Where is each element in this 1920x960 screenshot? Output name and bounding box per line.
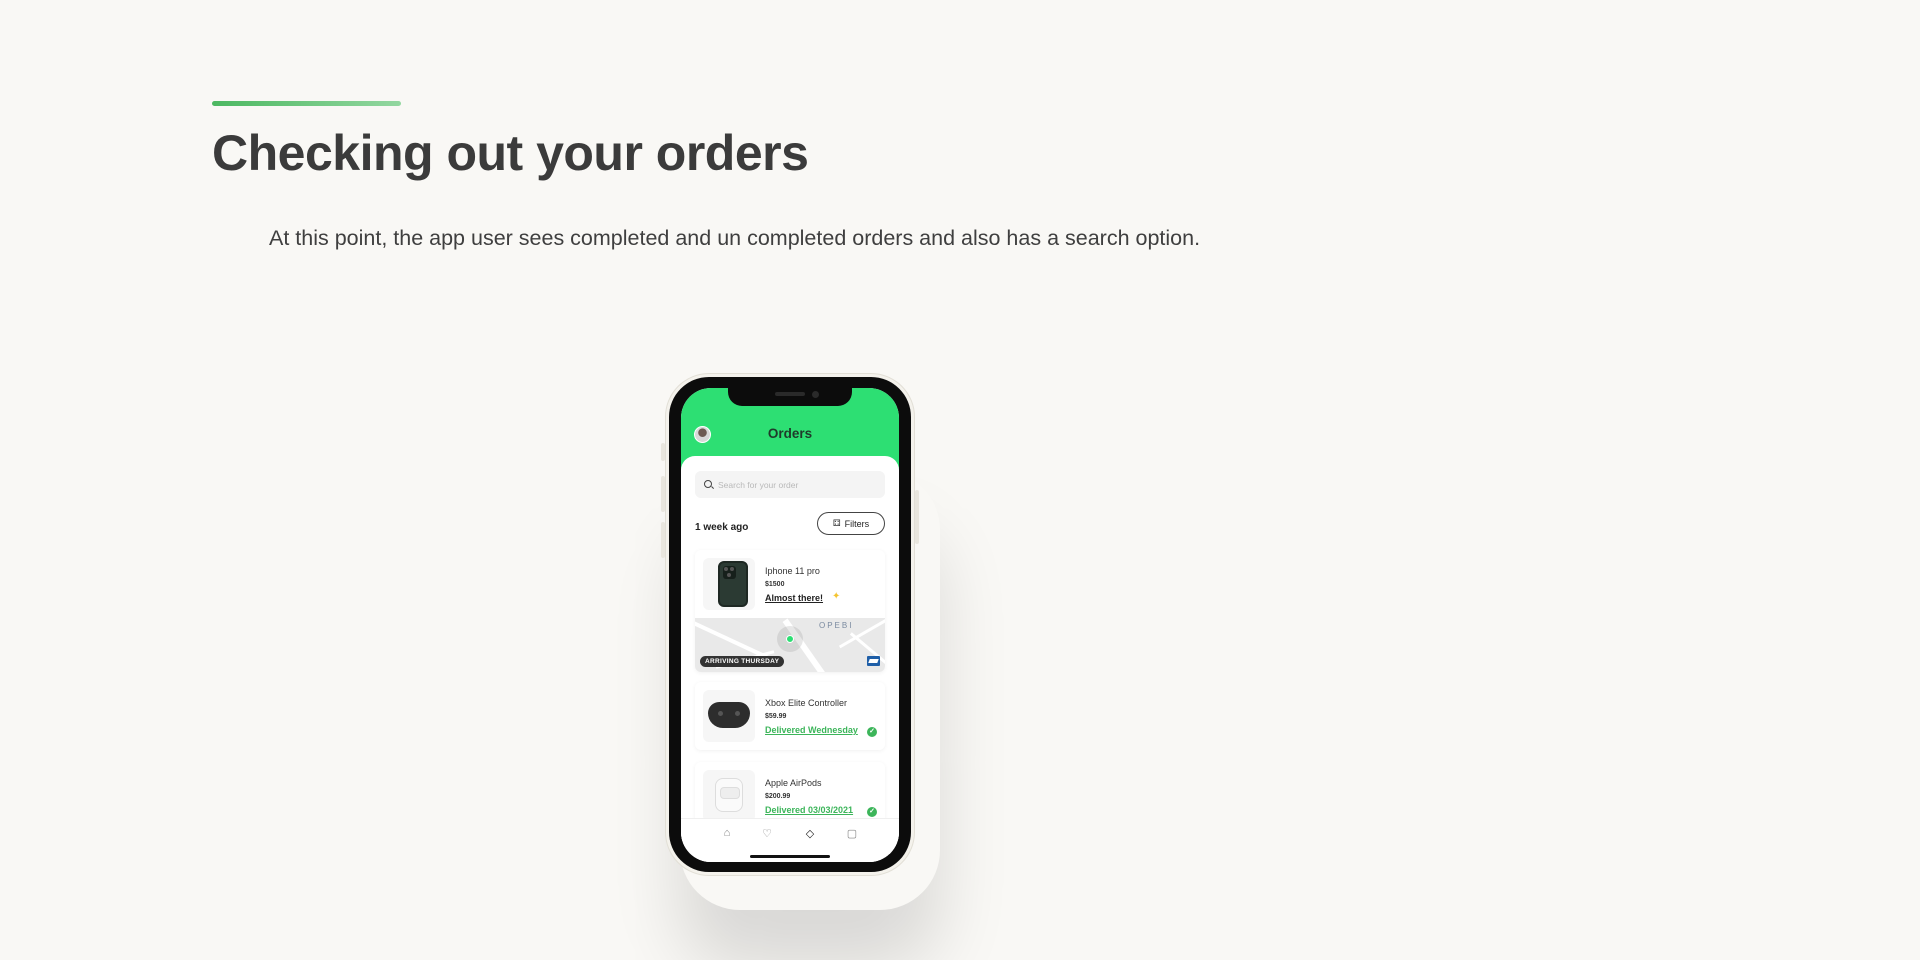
search-bar[interactable] (695, 471, 885, 498)
order-card-iphone[interactable]: Iphone 11 pro $1500 Almost there! ✦ OPEB… (695, 550, 885, 672)
camera-bump (723, 566, 736, 579)
product-name: Iphone 11 pro (765, 566, 820, 576)
search-input[interactable] (718, 477, 878, 492)
order-card-xbox[interactable]: Xbox Elite Controller $59.99 Delivered W… (695, 682, 885, 750)
product-price: $59.99 (765, 713, 787, 720)
product-name: Apple AirPods (765, 778, 822, 788)
page-description: At this point, the app user sees complet… (269, 226, 1201, 250)
product-thumbnail (703, 690, 755, 742)
tag-icon[interactable]: ◇ (803, 827, 817, 840)
product-thumbnail (703, 558, 755, 610)
phone-volume-down (661, 522, 665, 558)
phone-notch (728, 388, 852, 406)
home-indicator (750, 855, 830, 858)
header-title: Orders (767, 426, 813, 441)
phone-power-button (915, 490, 919, 544)
lens (730, 567, 734, 571)
map-area-label: OPEBI (819, 621, 854, 630)
controller-image (708, 702, 750, 728)
sparkle-icon: ✦ (832, 591, 841, 602)
app-body: 1 week ago ⚃ Filters Iphone 11 pro $1500… (681, 456, 899, 862)
filters-icon: ⚃ (832, 518, 841, 528)
arriving-badge: ARRIVING THURSDAY (700, 656, 785, 667)
bag-icon[interactable]: ▢ (845, 827, 859, 840)
check-circle-icon: ✓ (867, 807, 877, 817)
search-icon (704, 480, 712, 488)
phone-mute-switch (661, 443, 665, 461)
check-circle-icon: ✓ (867, 727, 877, 737)
lens (727, 573, 731, 577)
phone-screen: Orders 1 week ago ⚃ Filters (681, 388, 899, 862)
section-label: 1 week ago (695, 522, 749, 533)
page-title: Checking out your orders (212, 125, 809, 181)
order-status[interactable]: Almost there! (765, 593, 823, 603)
speaker-grille (775, 392, 805, 396)
front-camera (812, 391, 819, 398)
heart-icon[interactable]: ♡ (760, 827, 774, 840)
home-icon[interactable]: ⌂ (720, 827, 734, 839)
location-pin-icon (786, 635, 794, 643)
accent-line (212, 101, 401, 106)
delivery-map[interactable]: OPEBI ARRIVING THURSDAY (695, 618, 885, 672)
lens (724, 567, 728, 571)
product-price: $1500 (765, 581, 785, 588)
bottom-tab-bar: ⌂ ♡ ◇ ▢ (681, 818, 899, 862)
product-name: Xbox Elite Controller (765, 698, 848, 708)
filters-label: Filters (844, 518, 870, 529)
airpods-image (715, 778, 743, 812)
product-thumbnail (703, 770, 755, 822)
order-status[interactable]: Delivered 03/03/2021 (765, 805, 853, 815)
phone-volume-up (661, 476, 665, 512)
order-status[interactable]: Delivered Wednesday (765, 725, 858, 735)
iphone-image (718, 561, 748, 607)
filters-button[interactable]: ⚃ Filters (817, 512, 885, 535)
carrier-logo-icon (867, 656, 880, 666)
product-price: $200.99 (765, 793, 791, 800)
